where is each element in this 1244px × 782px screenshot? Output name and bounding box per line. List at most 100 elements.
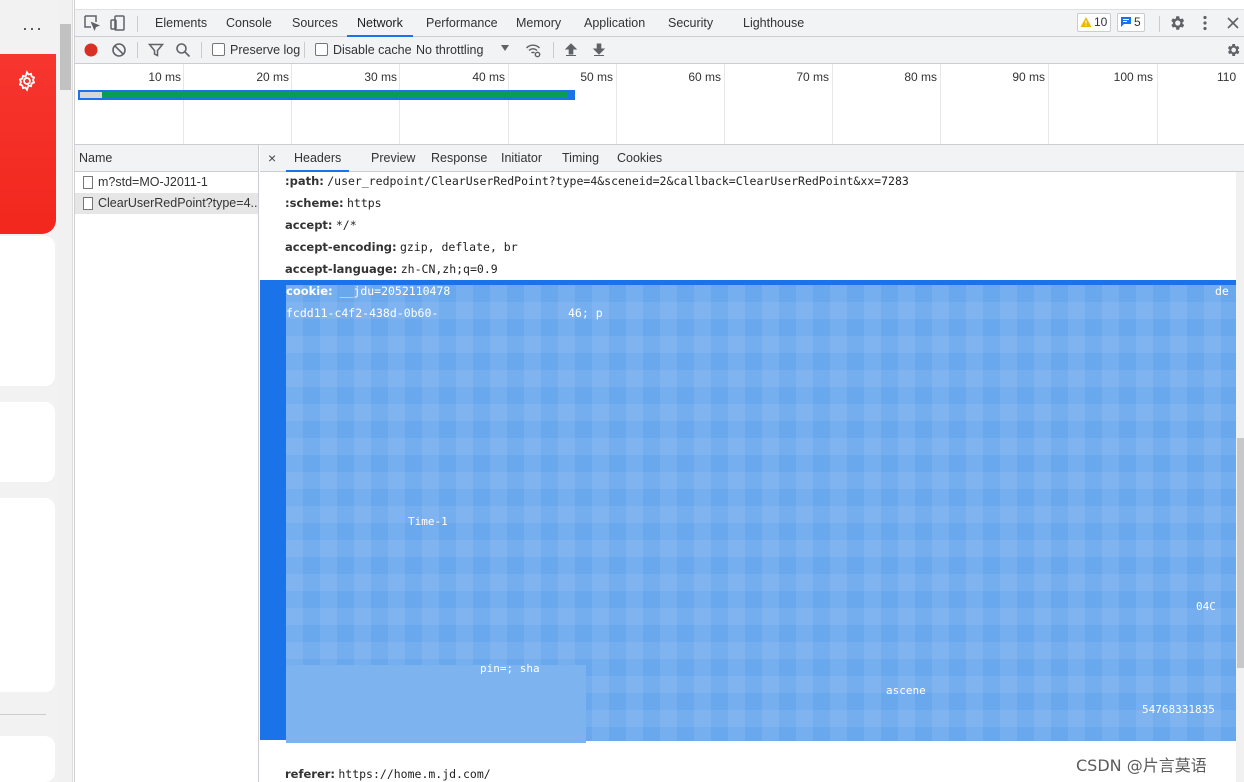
preserve-log-label[interactable]: Preserve log — [230, 37, 300, 64]
search-icon[interactable] — [175, 42, 191, 58]
tick-label: 60 ms — [688, 70, 721, 84]
details-scrollbar-thumb[interactable] — [1237, 438, 1244, 668]
details-scrollbar[interactable] — [1236, 172, 1244, 782]
message-icon — [1121, 17, 1131, 27]
tick-label: 20 ms — [256, 70, 289, 84]
messages-count: 5 — [1134, 15, 1141, 29]
disable-cache-checkbox[interactable] — [315, 43, 328, 56]
tab-performance[interactable]: Performance — [426, 10, 498, 37]
grid-line — [291, 64, 292, 144]
filter-icon[interactable] — [148, 42, 164, 58]
tab-headers[interactable]: Headers — [286, 145, 350, 172]
grid-line — [1157, 64, 1158, 144]
cookie-fragment: pin=; sha — [480, 662, 540, 675]
header-value: zh-CN,zh;q=0.9 — [400, 262, 498, 276]
throttling-select[interactable]: No throttling — [416, 37, 483, 64]
page-scrollbar-thumb[interactable] — [60, 24, 71, 90]
grid-line — [940, 64, 941, 144]
tab-timing[interactable]: Timing — [562, 145, 599, 172]
devtools-tabbar: Elements Console Sources Network Perform… — [75, 9, 1244, 37]
devtools-panel: Elements Console Sources Network Perform… — [74, 0, 1244, 782]
dropdown-arrow-icon[interactable] — [500, 43, 510, 53]
request-row-selected[interactable]: ClearUserRedPoint?type=4... — [75, 193, 258, 214]
tab-memory[interactable]: Memory — [516, 10, 561, 37]
tab-sources[interactable]: Sources — [292, 10, 338, 37]
tab-lighthouse[interactable]: Lighthouse — [743, 10, 804, 37]
tab-network[interactable]: Network — [347, 10, 413, 37]
header-name: referer: — [285, 767, 336, 781]
page-scrollbar[interactable] — [58, 0, 73, 782]
settings-icon[interactable] — [16, 70, 38, 92]
separator — [137, 42, 138, 58]
cookie-fragment: fcdd11-c4f2-438d-0b60- — [286, 306, 439, 320]
page-card — [0, 402, 55, 482]
request-row[interactable]: m?std=MO-J2011-1 — [75, 172, 258, 193]
network-toolbar: Preserve log Disable cache No throttling — [75, 37, 1244, 64]
header-value: https — [346, 196, 382, 210]
grid-line — [508, 64, 509, 144]
cookie-fragment: e_3_164115 — [286, 746, 356, 760]
warnings-badge[interactable]: 10 — [1077, 13, 1112, 32]
inspect-element-icon[interactable] — [83, 14, 101, 32]
tick-label: 40 ms — [472, 70, 505, 84]
grid-line — [399, 64, 400, 144]
messages-badge[interactable]: 5 — [1117, 13, 1145, 32]
close-details-icon[interactable]: × — [268, 145, 276, 171]
network-settings-icon[interactable] — [1225, 42, 1241, 58]
tab-console[interactable]: Console — [226, 10, 272, 37]
separator — [553, 42, 554, 58]
header-name: accept-language: — [285, 262, 398, 276]
close-devtools-icon[interactable] — [1224, 14, 1242, 32]
tick-label: 110 — [1217, 70, 1237, 84]
tab-preview[interactable]: Preview — [371, 145, 415, 172]
separator — [1159, 16, 1160, 32]
cookie-row: cookie: __jdu=2052110478 — [286, 284, 450, 298]
timeline-overview[interactable]: 10 ms 20 ms 30 ms 40 ms 50 ms 60 ms 70 m… — [75, 64, 1244, 145]
header-value: gzip, deflate, br — [399, 240, 518, 254]
header-row: accept-language: zh-CN,zh;q=0.9 — [285, 262, 498, 276]
header-name: accept: — [285, 218, 333, 232]
header-row: :scheme: https — [285, 196, 382, 210]
grid-line — [183, 64, 184, 144]
network-conditions-icon[interactable] — [525, 42, 541, 58]
tick-label: 50 ms — [580, 70, 613, 84]
header-name: cookie: — [286, 284, 333, 298]
tick-label: 10 ms — [148, 70, 181, 84]
tick-label: 30 ms — [364, 70, 397, 84]
tab-elements[interactable]: Elements — [155, 10, 207, 37]
clear-icon[interactable] — [111, 42, 127, 58]
export-har-icon[interactable] — [591, 42, 607, 58]
tab-response[interactable]: Response — [431, 145, 487, 172]
record-icon[interactable] — [83, 42, 99, 58]
separator — [137, 16, 138, 32]
device-toolbar-icon[interactable] — [109, 14, 127, 32]
cookie-fragment: Time-1 — [408, 515, 448, 528]
timeline-request-bar — [80, 92, 568, 98]
redacted-cookie-value — [286, 665, 586, 743]
page-header-banner — [0, 54, 56, 234]
page-card — [0, 498, 55, 692]
disable-cache-label[interactable]: Disable cache — [333, 37, 412, 64]
column-header-name[interactable]: Name — [75, 145, 258, 172]
header-name: :path: — [285, 174, 324, 188]
tab-security[interactable]: Security — [668, 10, 713, 37]
tab-initiator[interactable]: Initiator — [501, 145, 542, 172]
more-options-icon[interactable] — [1196, 14, 1214, 32]
request-name: ClearUserRedPoint?type=4... — [98, 196, 258, 210]
document-icon — [83, 176, 93, 189]
settings-gear-icon[interactable] — [1168, 14, 1186, 32]
more-menu-icon[interactable]: ··· — [22, 18, 43, 38]
grid-line — [1048, 64, 1049, 144]
warning-icon — [1080, 17, 1092, 27]
watermark: CSDN @片言莫语 — [1076, 756, 1207, 775]
preserve-log-checkbox[interactable] — [212, 43, 225, 56]
header-name: :scheme: — [285, 196, 344, 210]
tab-application[interactable]: Application — [584, 10, 645, 37]
tick-label: 90 ms — [1012, 70, 1045, 84]
grid-line — [616, 64, 617, 144]
tab-cookies[interactable]: Cookies — [617, 145, 662, 172]
request-list: Name m?std=MO-J2011-1 ClearUserRedPoint?… — [75, 145, 259, 782]
header-value: https://home.m.jd.com/ — [338, 767, 491, 781]
import-har-icon[interactable] — [563, 42, 579, 58]
cookie-fragment: 46; p — [568, 306, 603, 320]
